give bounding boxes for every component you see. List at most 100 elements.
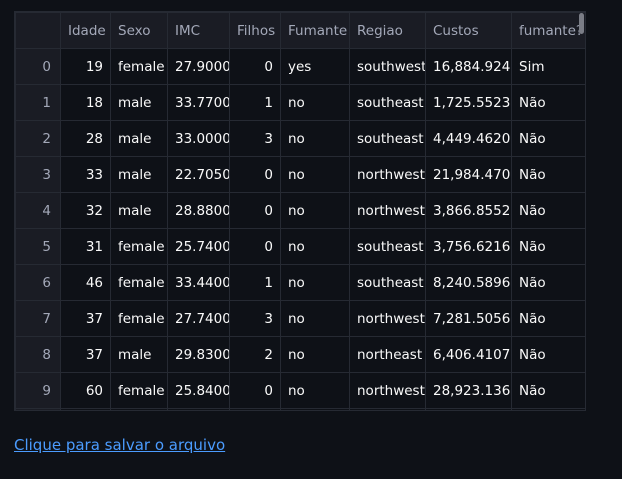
regiao-cell[interactable]: southeast: [349, 84, 426, 121]
sexo-cell[interactable]: male: [110, 156, 168, 193]
fumante-flag-cell[interactable]: Não: [511, 84, 585, 121]
filhos-cell[interactable]: 0: [229, 372, 281, 409]
column-header-idade[interactable]: Idade: [60, 12, 111, 49]
sexo-cell[interactable]: female: [110, 300, 168, 337]
row-index[interactable]: 1: [15, 84, 61, 121]
idade-cell[interactable]: 19: [60, 48, 111, 85]
filhos-cell[interactable]: 1: [229, 264, 281, 301]
fumante-cell[interactable]: no: [280, 156, 350, 193]
idade-cell[interactable]: 31: [60, 228, 111, 265]
dataframe-table[interactable]: Idade Sexo IMC Filhos Fumante Regiao Cus…: [14, 11, 586, 411]
idade-cell[interactable]: 32: [60, 192, 111, 229]
fumante-cell[interactable]: no: [280, 120, 350, 157]
filhos-cell[interactable]: 1: [229, 84, 281, 121]
fumante-flag-cell[interactable]: Não: [511, 372, 585, 409]
custos-cell[interactable]: 7,281.5056: [425, 300, 512, 337]
filhos-cell[interactable]: 0: [229, 228, 281, 265]
imc-cell[interactable]: 27.9000: [167, 48, 230, 85]
sexo-cell[interactable]: male: [110, 84, 168, 121]
regiao-cell[interactable]: northeast: [349, 336, 426, 373]
row-index[interactable]: 7: [15, 300, 61, 337]
regiao-cell[interactable]: southeast: [349, 120, 426, 157]
filhos-cell[interactable]: 0: [229, 156, 281, 193]
row-index[interactable]: 8: [15, 336, 61, 373]
fumante-flag-cell[interactable]: Não: [511, 228, 585, 265]
filhos-cell[interactable]: 2: [229, 336, 281, 373]
column-header-custos[interactable]: Custos: [425, 12, 512, 49]
regiao-cell[interactable]: southwest: [349, 48, 426, 85]
row-index[interactable]: 6: [15, 264, 61, 301]
row-index[interactable]: 9: [15, 372, 61, 409]
regiao-cell[interactable]: northwest: [349, 372, 426, 409]
idade-cell[interactable]: 28: [60, 120, 111, 157]
regiao-cell[interactable]: northwest: [349, 156, 426, 193]
idade-cell[interactable]: 46: [60, 264, 111, 301]
row-index[interactable]: 4: [15, 192, 61, 229]
regiao-cell[interactable]: northwest: [349, 300, 426, 337]
filhos-cell[interactable]: 3: [229, 120, 281, 157]
row-index[interactable]: 2: [15, 120, 61, 157]
sexo-cell[interactable]: female: [110, 228, 168, 265]
sexo-cell[interactable]: female: [110, 264, 168, 301]
sexo-cell[interactable]: male: [110, 120, 168, 157]
save-file-link[interactable]: Clique para salvar o arquivo: [14, 436, 225, 454]
fumante-flag-cell[interactable]: Não: [511, 264, 585, 301]
column-header-fumante[interactable]: Fumante: [280, 12, 350, 49]
imc-cell[interactable]: 28.8800: [167, 192, 230, 229]
idade-cell[interactable]: 60: [60, 372, 111, 409]
fumante-cell[interactable]: no: [280, 84, 350, 121]
fumante-cell[interactable]: no: [280, 300, 350, 337]
fumante-cell[interactable]: no: [280, 336, 350, 373]
custos-cell[interactable]: 3,756.6216: [425, 228, 512, 265]
custos-cell[interactable]: 21,984.4706: [425, 156, 512, 193]
column-header-imc[interactable]: IMC: [167, 12, 230, 49]
custos-cell[interactable]: 8,240.5896: [425, 264, 512, 301]
sexo-cell[interactable]: female: [110, 48, 168, 85]
imc-cell[interactable]: 27.7400: [167, 300, 230, 337]
fumante-cell[interactable]: no: [280, 192, 350, 229]
column-header-filhos[interactable]: Filhos: [229, 12, 281, 49]
fumante-flag-cell[interactable]: Sim: [511, 48, 585, 85]
fumante-flag-cell[interactable]: Não: [511, 192, 585, 229]
imc-cell[interactable]: 22.7050: [167, 156, 230, 193]
idade-cell[interactable]: 18: [60, 84, 111, 121]
column-header-index[interactable]: [15, 12, 61, 49]
fumante-cell[interactable]: yes: [280, 48, 350, 85]
fumante-cell[interactable]: no: [280, 228, 350, 265]
imc-cell[interactable]: 33.4400: [167, 264, 230, 301]
column-header-fumante-flag[interactable]: fumante?: [511, 12, 585, 49]
idade-cell[interactable]: 33: [60, 156, 111, 193]
regiao-cell[interactable]: southeast: [349, 264, 426, 301]
imc-cell[interactable]: 33.0000: [167, 120, 230, 157]
column-header-regiao[interactable]: Regiao: [349, 12, 426, 49]
imc-cell[interactable]: 25.8400: [167, 372, 230, 409]
fumante-flag-cell[interactable]: Não: [511, 300, 585, 337]
idade-cell[interactable]: 37: [60, 336, 111, 373]
custos-cell[interactable]: 3,866.8552: [425, 192, 512, 229]
sexo-cell[interactable]: female: [110, 372, 168, 409]
fumante-flag-cell[interactable]: Não: [511, 120, 585, 157]
filhos-cell[interactable]: 0: [229, 192, 281, 229]
vertical-scrollbar[interactable]: [579, 13, 584, 34]
imc-cell[interactable]: 25.7400: [167, 228, 230, 265]
row-index[interactable]: 0: [15, 48, 61, 85]
column-header-sexo[interactable]: Sexo: [110, 12, 168, 49]
fumante-cell[interactable]: no: [280, 264, 350, 301]
row-index[interactable]: 3: [15, 156, 61, 193]
custos-cell[interactable]: 1,725.5523: [425, 84, 512, 121]
fumante-flag-cell[interactable]: Não: [511, 156, 585, 193]
sexo-cell[interactable]: male: [110, 336, 168, 373]
idade-cell[interactable]: 37: [60, 300, 111, 337]
custos-cell[interactable]: 4,449.4620: [425, 120, 512, 157]
custos-cell[interactable]: 16,884.9240: [425, 48, 512, 85]
custos-cell[interactable]: 6,406.4107: [425, 336, 512, 373]
imc-cell[interactable]: 33.7700: [167, 84, 230, 121]
fumante-flag-cell[interactable]: Não: [511, 336, 585, 373]
custos-cell[interactable]: 28,923.1369: [425, 372, 512, 409]
fumante-cell[interactable]: no: [280, 372, 350, 409]
sexo-cell[interactable]: male: [110, 192, 168, 229]
imc-cell[interactable]: 29.8300: [167, 336, 230, 373]
row-index[interactable]: 5: [15, 228, 61, 265]
filhos-cell[interactable]: 3: [229, 300, 281, 337]
regiao-cell[interactable]: southeast: [349, 228, 426, 265]
